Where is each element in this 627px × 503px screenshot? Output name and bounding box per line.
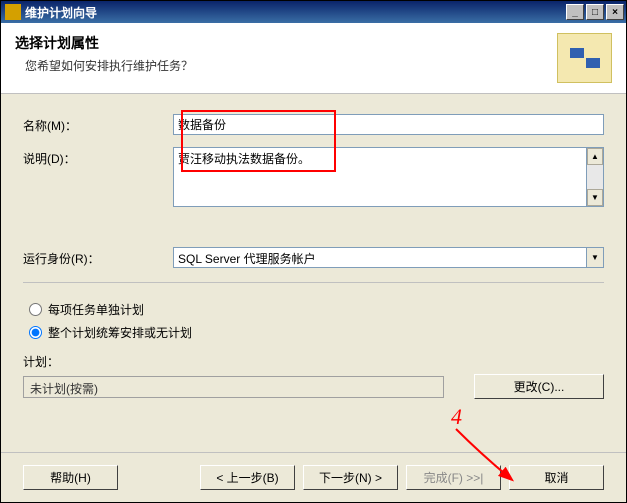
- runas-select[interactable]: SQL Server 代理服务帐户: [173, 247, 587, 268]
- scroll-up-icon[interactable]: ▲: [587, 148, 603, 165]
- divider: [23, 282, 604, 283]
- description-scrollbar[interactable]: ▲ ▼: [587, 147, 604, 207]
- content-area: 名称(M)： 说明(D)： ▲ ▼ 运行身份(R)： SQL Server 代理…: [1, 94, 626, 452]
- help-button[interactable]: 帮助(H): [23, 465, 118, 490]
- finish-button: 完成(F) >>|: [406, 465, 501, 490]
- schedule-radio-group: 每项任务单独计划 整个计划统筹安排或无计划: [29, 301, 604, 341]
- name-input[interactable]: [173, 114, 604, 135]
- plan-row: 未计划(按需) 更改(C)...: [23, 374, 604, 399]
- wizard-header: 选择计划属性 您希望如何安排执行维护任务？: [1, 23, 626, 94]
- app-icon: [5, 4, 21, 20]
- radio-separate-label: 每项任务单独计划: [48, 301, 144, 318]
- wizard-footer: 帮助(H) < 上一步(B) 下一步(N) > 完成(F) >>| 取消: [1, 452, 626, 502]
- description-row: 说明(D)： ▲ ▼: [23, 147, 604, 207]
- header-text: 选择计划属性 您希望如何安排执行维护任务？: [15, 33, 547, 74]
- scroll-down-icon[interactable]: ▼: [587, 189, 603, 206]
- page-title: 选择计划属性: [15, 33, 547, 53]
- change-schedule-button[interactable]: 更改(C)...: [474, 374, 604, 399]
- back-button[interactable]: < 上一步(B): [200, 465, 295, 490]
- close-button[interactable]: ×: [606, 4, 624, 20]
- minimize-button[interactable]: _: [566, 4, 584, 20]
- runas-row: 运行身份(R)： SQL Server 代理服务帐户 ▼: [23, 247, 604, 268]
- description-input[interactable]: [173, 147, 587, 207]
- window-title: 维护计划向导: [25, 4, 564, 21]
- plan-label: 计划：: [23, 353, 604, 370]
- radio-single-input[interactable]: [29, 326, 42, 339]
- cancel-button[interactable]: 取消: [509, 465, 604, 490]
- runas-select-wrap: SQL Server 代理服务帐户 ▼: [173, 247, 604, 268]
- plan-display: 未计划(按需): [23, 376, 444, 398]
- wizard-graphic-icon: [557, 33, 612, 83]
- next-button[interactable]: 下一步(N) >: [303, 465, 398, 490]
- maximize-button[interactable]: □: [586, 4, 604, 20]
- annotation-number: 4: [451, 404, 462, 430]
- description-wrap: ▲ ▼: [173, 147, 604, 207]
- radio-single-label: 整个计划统筹安排或无计划: [48, 324, 192, 341]
- description-label: 说明(D)：: [23, 147, 173, 167]
- dropdown-icon[interactable]: ▼: [587, 247, 604, 268]
- radio-separate-input[interactable]: [29, 303, 42, 316]
- radio-separate-schedule[interactable]: 每项任务单独计划: [29, 301, 604, 318]
- name-row: 名称(M)：: [23, 114, 604, 135]
- runas-label: 运行身份(R)：: [23, 247, 173, 267]
- wizard-window: 维护计划向导 _ □ × 选择计划属性 您希望如何安排执行维护任务？ 名称(M)…: [0, 0, 627, 503]
- page-subtitle: 您希望如何安排执行维护任务？: [15, 57, 547, 74]
- name-label: 名称(M)：: [23, 114, 173, 134]
- radio-single-schedule[interactable]: 整个计划统筹安排或无计划: [29, 324, 604, 341]
- titlebar: 维护计划向导 _ □ ×: [1, 1, 626, 23]
- plan-section: 计划： 未计划(按需) 更改(C)...: [23, 353, 604, 399]
